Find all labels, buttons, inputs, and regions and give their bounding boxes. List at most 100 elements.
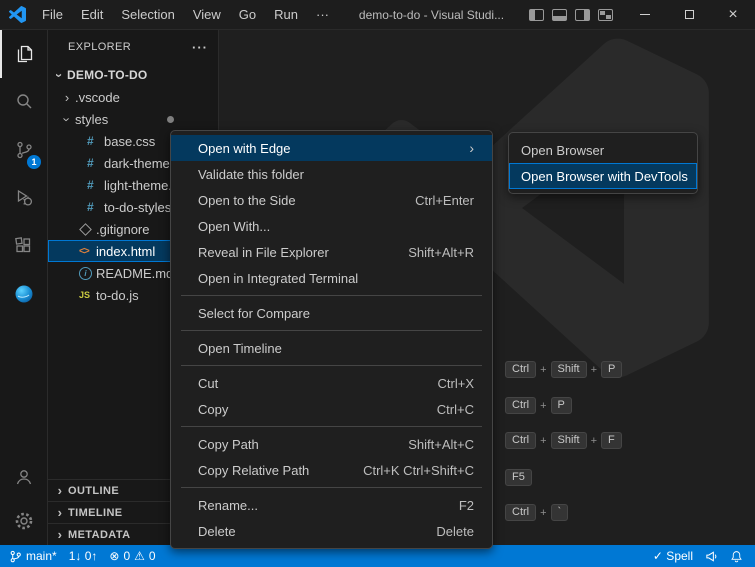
tree-folder-vscode[interactable]: › .vscode [48, 86, 218, 108]
chevron-right-icon: › [52, 483, 68, 498]
activity-source-control-icon[interactable]: 1 [0, 126, 47, 174]
chevron-down-icon: › [51, 68, 67, 83]
settings-gear-icon[interactable] [0, 499, 47, 543]
menu-go[interactable]: Go [230, 0, 265, 29]
chevron-right-icon: › [52, 527, 68, 542]
menu-item-open-to-side[interactable]: Open to the Side Ctrl+Enter [171, 187, 492, 213]
context-menu: Open with Edge › Validate this folder Op… [170, 130, 493, 549]
notifications-bell-icon[interactable] [730, 550, 743, 563]
css-file-icon: # [87, 200, 104, 214]
menu-item-select-for-compare[interactable]: Select for Compare [171, 300, 492, 326]
layout-controls [529, 9, 613, 21]
explorer-title: EXPLORER [68, 41, 131, 53]
title-bar: File Edit Selection View Go Run ··· demo… [0, 0, 755, 30]
chevron-down-icon: › [59, 112, 75, 127]
info-file-icon: i [79, 267, 96, 280]
css-file-icon: # [87, 134, 104, 148]
menu-separator [181, 295, 482, 296]
menu-view[interactable]: View [184, 0, 230, 29]
vscode-window: File Edit Selection View Go Run ··· demo… [0, 0, 755, 567]
explorer-more-actions-icon[interactable]: ··· [192, 40, 208, 55]
status-left: main* 1↓ 0↑ ⊗ 0 ⚠ 0 [0, 549, 156, 563]
file-label: base.css [104, 134, 155, 149]
menu-item-rename[interactable]: Rename... F2 [171, 492, 492, 518]
activity-bar: 1 [0, 30, 48, 545]
menu-item-delete[interactable]: Delete Delete [171, 518, 492, 544]
customize-layout-icon[interactable] [598, 9, 613, 21]
file-label: .gitignore [96, 222, 149, 237]
activity-run-debug-icon[interactable] [0, 174, 47, 222]
menu-separator [181, 426, 482, 427]
toggle-secondary-sidebar-icon[interactable] [575, 9, 590, 21]
menu-selection[interactable]: Selection [112, 0, 183, 29]
file-label: README.md [96, 266, 173, 281]
accounts-icon[interactable] [0, 455, 47, 499]
menu-separator [181, 365, 482, 366]
js-file-icon: JS [79, 290, 96, 300]
menu-file[interactable]: File [33, 0, 72, 29]
submenu-item-open-browser[interactable]: Open Browser [509, 137, 697, 163]
menu-more-icon[interactable]: ··· [307, 0, 338, 29]
chevron-right-icon: › [59, 90, 75, 105]
css-file-icon: # [87, 156, 104, 170]
toggle-sidebar-icon[interactable] [529, 9, 544, 21]
sync-indicator[interactable]: 1↓ 0↑ [69, 549, 98, 563]
menu-item-validate-folder[interactable]: Validate this folder [171, 161, 492, 187]
shortcut-hint-terminal: Ctrl+ ` [505, 504, 568, 521]
spell-checker-status[interactable]: ✓ Spell [653, 549, 693, 563]
shortcut-hint-commands: Ctrl+ Shift+ P [505, 361, 622, 378]
menu-item-reveal-in-explorer[interactable]: Reveal in File Explorer Shift+Alt+R [171, 239, 492, 265]
branch-indicator[interactable]: main* [9, 549, 57, 563]
announcement-icon[interactable] [705, 550, 718, 563]
git-branch-icon [9, 550, 22, 563]
section-label: OUTLINE [68, 485, 119, 497]
close-button[interactable]: × [711, 0, 755, 29]
minimize-button[interactable] [623, 0, 667, 29]
html-file-icon: <> [79, 246, 96, 257]
folder-label: styles [75, 112, 108, 127]
tree-folder-styles[interactable]: › styles [48, 108, 218, 130]
activity-search-icon[interactable] [0, 78, 47, 126]
activity-extensions-icon[interactable] [0, 222, 47, 270]
warning-icon: ⚠ [134, 549, 145, 563]
vscode-logo-icon [9, 6, 26, 23]
menu-item-open-timeline[interactable]: Open Timeline [171, 335, 492, 361]
menu-item-cut[interactable]: Cut Ctrl+X [171, 370, 492, 396]
shortcut-hint-find-in-files: Ctrl+ Shift+ F [505, 432, 622, 449]
menu-item-open-with[interactable]: Open With... [171, 213, 492, 239]
menu-separator [181, 487, 482, 488]
chevron-right-icon: › [52, 505, 68, 520]
window-title: demo-to-do - Visual Studi... [338, 8, 525, 22]
file-label: to-do.js [96, 288, 139, 303]
menu-edit[interactable]: Edit [72, 0, 112, 29]
menu-item-copy-relative-path[interactable]: Copy Relative Path Ctrl+K Ctrl+Shift+C [171, 457, 492, 483]
git-file-icon [79, 225, 96, 234]
folder-label: DEMO-TO-DO [67, 68, 147, 82]
explorer-header: EXPLORER ··· [48, 30, 218, 64]
activity-bar-bottom [0, 455, 47, 543]
indicator-dot [167, 116, 174, 123]
error-icon: ⊗ [109, 549, 119, 563]
menu-item-copy-path[interactable]: Copy Path Shift+Alt+C [171, 431, 492, 457]
scm-badge: 1 [27, 155, 41, 169]
file-label: index.html [96, 244, 155, 259]
activity-explorer-icon[interactable] [0, 30, 47, 78]
status-right: ✓ Spell [653, 549, 755, 563]
menu-item-copy[interactable]: Copy Ctrl+C [171, 396, 492, 422]
folder-label: .vscode [75, 90, 120, 105]
problems-indicator[interactable]: ⊗ 0 ⚠ 0 [109, 549, 155, 563]
section-label: TIMELINE [68, 507, 123, 519]
toggle-panel-icon[interactable] [552, 9, 567, 21]
shortcut-hint-go-to-file: Ctrl+ P [505, 397, 572, 414]
activity-edge-devtools-icon[interactable] [0, 270, 47, 318]
tree-root-folder[interactable]: › DEMO-TO-DO [48, 64, 218, 86]
shortcut-hint-debug: F5 [505, 469, 532, 486]
edge-submenu: Open Browser Open Browser with DevTools [508, 132, 698, 194]
section-label: METADATA [68, 529, 130, 541]
maximize-button[interactable] [667, 0, 711, 29]
submenu-item-open-browser-devtools[interactable]: Open Browser with DevTools [509, 163, 697, 189]
menu-item-open-with-edge[interactable]: Open with Edge › [171, 135, 492, 161]
menu-item-open-in-terminal[interactable]: Open in Integrated Terminal [171, 265, 492, 291]
css-file-icon: # [87, 178, 104, 192]
menu-run[interactable]: Run [265, 0, 307, 29]
